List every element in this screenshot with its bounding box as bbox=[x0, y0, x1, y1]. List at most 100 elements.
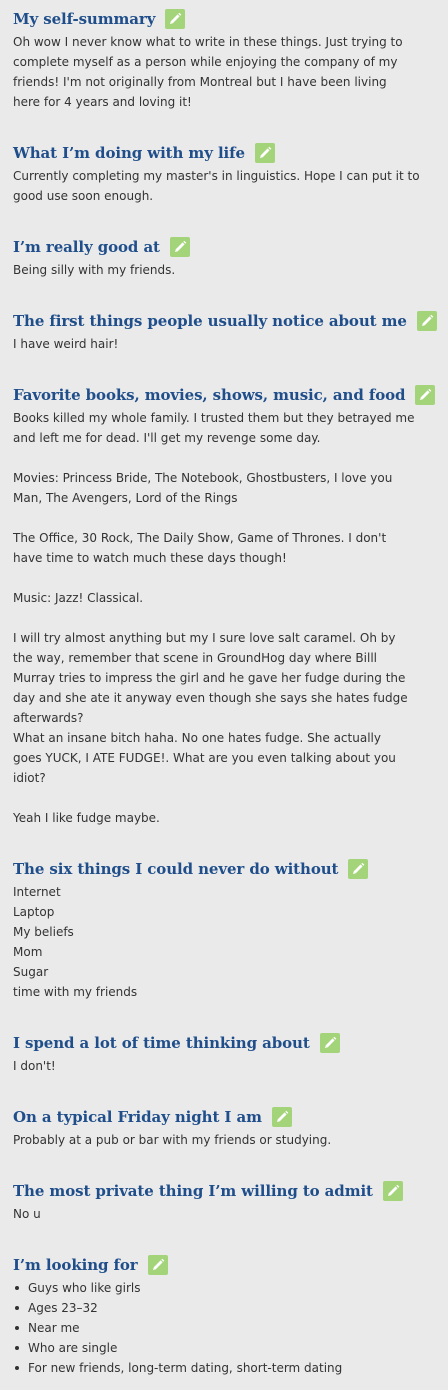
essay-body: I don't! bbox=[13, 1056, 442, 1076]
essay-paragraph: Currently completing my master's in ling… bbox=[13, 166, 442, 206]
edit-button[interactable] bbox=[169, 237, 190, 257]
text-line: Currently completing my master's in ling… bbox=[13, 169, 420, 183]
essay-title: The first things people usually notice a… bbox=[13, 312, 407, 330]
essay-title: The most private thing I’m willing to ad… bbox=[13, 1182, 373, 1200]
essay-looking-for: I’m looking for Guys who like girls Ages… bbox=[13, 1254, 442, 1378]
essay-body: No u bbox=[13, 1204, 442, 1224]
edit-button[interactable] bbox=[319, 1033, 340, 1053]
text-line: idiot? bbox=[13, 771, 46, 785]
text-line: Sugar bbox=[13, 965, 49, 979]
pencil-icon bbox=[420, 388, 432, 400]
pencil-icon bbox=[421, 314, 434, 326]
essay-paragraph: Being silly with my friends. bbox=[13, 260, 442, 280]
essay-paragraph: I will try almost anything but my I sure… bbox=[13, 628, 442, 788]
text-line: complete myself as a person while enjoyi… bbox=[13, 55, 398, 69]
pencil-icon bbox=[353, 862, 365, 874]
text-line: I have weird hair! bbox=[13, 337, 119, 351]
text-line: I don't! bbox=[13, 1059, 56, 1073]
essay-heading: The most private thing I’m willing to ad… bbox=[13, 1180, 442, 1202]
text-line: No u bbox=[13, 1207, 41, 1221]
edit-button[interactable] bbox=[382, 1181, 403, 1201]
essay-title: The six things I could never do without bbox=[13, 860, 339, 878]
text-line: Music: Jazz! Classical. bbox=[13, 591, 144, 605]
essay-most-private: The most private thing I’m willing to ad… bbox=[13, 1180, 442, 1224]
text-line: day and she ate it anyway even though sh… bbox=[13, 691, 408, 705]
list-item: Who are single bbox=[13, 1338, 442, 1358]
essay-heading: Favorite books, movies, shows, music, an… bbox=[13, 384, 442, 406]
text-line: Books killed my whole family. I trusted … bbox=[13, 411, 415, 425]
text-line: Laptop bbox=[13, 905, 55, 919]
essay-title: I spend a lot of time thinking about bbox=[13, 1034, 310, 1052]
text-line: Probably at a pub or bar with my friends… bbox=[13, 1133, 332, 1147]
essay-title: My self-summary bbox=[13, 10, 156, 28]
essay-title: I’m looking for bbox=[13, 1256, 138, 1274]
essay-paragraph: I have weird hair! bbox=[13, 334, 442, 354]
text-line: goes YUCK, I ATE FUDGE!. What are you ev… bbox=[13, 751, 396, 765]
essay-body: Being silly with my friends. bbox=[13, 260, 442, 280]
essay-body: Currently completing my master's in ling… bbox=[13, 166, 442, 206]
essay-title: Favorite books, movies, shows, music, an… bbox=[13, 386, 406, 404]
essay-paragraph: Oh wow I never know what to write in the… bbox=[13, 32, 442, 112]
edit-button[interactable] bbox=[271, 1107, 292, 1127]
text-line: What an insane bitch haha. No one hates … bbox=[13, 731, 381, 745]
essay-paragraph: Internet Laptop My beliefs Mom Sugar tim… bbox=[13, 882, 442, 1002]
text-line: Oh wow I never know what to write in the… bbox=[13, 35, 403, 49]
essay-paragraph: I don't! bbox=[13, 1056, 442, 1076]
essay-heading: On a typical Friday night I am bbox=[13, 1106, 442, 1128]
essay-really-good-at: I’m really good at Being silly with my f… bbox=[13, 236, 442, 280]
text-line: friends! I'm not originally from Montrea… bbox=[13, 75, 387, 89]
pencil-icon bbox=[324, 1036, 336, 1048]
essay-favorites: Favorite books, movies, shows, music, an… bbox=[13, 384, 442, 828]
essay-heading: I spend a lot of time thinking about bbox=[13, 1032, 442, 1054]
text-line: good use soon enough. bbox=[13, 189, 154, 203]
edit-button[interactable] bbox=[165, 9, 186, 29]
essay-what-im-doing: What I’m doing with my life Currently co… bbox=[13, 142, 442, 206]
pencil-icon bbox=[387, 1184, 400, 1196]
list-item: For new friends, long-term dating, short… bbox=[13, 1358, 442, 1378]
essay-body: Books killed my whole family. I trusted … bbox=[13, 408, 442, 828]
essay-paragraph: Probably at a pub or bar with my friends… bbox=[13, 1130, 442, 1150]
text-line: Mom bbox=[13, 945, 43, 959]
essay-paragraph: Music: Jazz! Classical. bbox=[13, 588, 442, 608]
text-line: time with my friends bbox=[13, 985, 138, 999]
essay-first-things-noticed: The first things people usually notice a… bbox=[13, 310, 442, 354]
pencil-icon bbox=[259, 146, 272, 158]
looking-for-list: Guys who like girls Ages 23–32 Near me W… bbox=[13, 1278, 442, 1378]
essay-heading: What I’m doing with my life bbox=[13, 142, 442, 164]
essay-heading: I’m really good at bbox=[13, 236, 442, 258]
essay-six-things: The six things I could never do without … bbox=[13, 858, 442, 1002]
essay-paragraph: No u bbox=[13, 1204, 442, 1224]
text-line: Murray tries to impress the girl and he … bbox=[13, 671, 406, 685]
essay-heading: I’m looking for bbox=[13, 1254, 442, 1276]
pencil-icon bbox=[152, 1258, 164, 1270]
list-item: Ages 23–32 bbox=[13, 1298, 442, 1318]
essay-thinking-about: I spend a lot of time thinking about I d… bbox=[13, 1032, 442, 1076]
essay-body: Internet Laptop My beliefs Mom Sugar tim… bbox=[13, 882, 442, 1002]
edit-button[interactable] bbox=[254, 143, 275, 163]
essay-body: Probably at a pub or bar with my friends… bbox=[13, 1130, 442, 1150]
list-item: Near me bbox=[13, 1318, 442, 1338]
pencil-icon bbox=[276, 1110, 289, 1122]
text-line: Man, The Avengers, Lord of the Rings bbox=[13, 491, 238, 505]
essay-paragraph: The Office, 30 Rock, The Daily Show, Gam… bbox=[13, 528, 442, 568]
essay-body: Guys who like girls Ages 23–32 Near me W… bbox=[13, 1278, 442, 1378]
text-line: Yeah I like fudge maybe. bbox=[13, 811, 160, 825]
essay-heading: My self-summary bbox=[13, 8, 442, 30]
edit-button[interactable] bbox=[348, 859, 369, 879]
text-line: have time to watch much these days thoug… bbox=[13, 551, 287, 565]
text-line: I will try almost anything but my I sure… bbox=[13, 631, 396, 645]
text-line: here for 4 years and loving it! bbox=[13, 95, 192, 109]
essay-body: Oh wow I never know what to write in the… bbox=[13, 32, 442, 112]
essay-heading: The six things I could never do without bbox=[13, 858, 442, 880]
edit-button[interactable] bbox=[147, 1255, 168, 1275]
text-line: Movies: Princess Bride, The Notebook, Gh… bbox=[13, 471, 393, 485]
edit-button[interactable] bbox=[416, 311, 437, 331]
text-line: and left me for dead. I'll get my reveng… bbox=[13, 431, 321, 445]
list-item: Guys who like girls bbox=[13, 1278, 442, 1298]
text-line: My beliefs bbox=[13, 925, 74, 939]
essay-title: I’m really good at bbox=[13, 238, 160, 256]
essay-paragraph: Yeah I like fudge maybe. bbox=[13, 808, 442, 828]
essay-body: I have weird hair! bbox=[13, 334, 442, 354]
text-line: afterwards? bbox=[13, 711, 84, 725]
edit-button[interactable] bbox=[415, 385, 436, 405]
